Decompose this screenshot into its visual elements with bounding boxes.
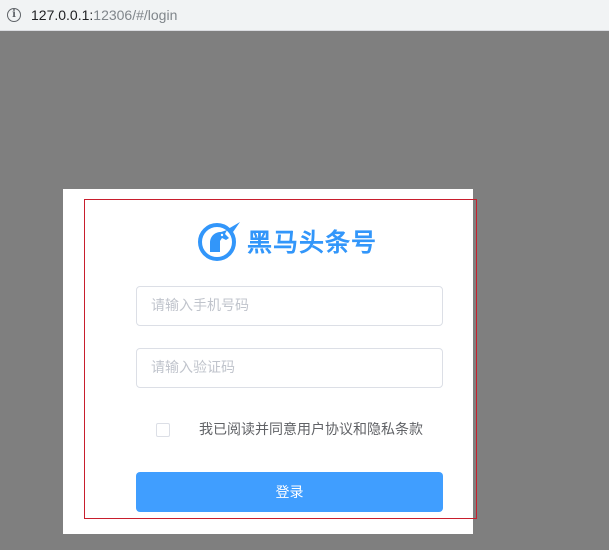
horse-head-icon — [198, 222, 240, 261]
browser-address-bar[interactable]: i 127.0.0.1:12306/#/login — [0, 0, 609, 31]
verification-code-input[interactable] — [136, 348, 443, 388]
url-host: 127.0.0.1: — [31, 7, 94, 23]
agreement-label[interactable]: 我已阅读并同意用户协议和隐私条款 — [199, 420, 423, 440]
login-card: 黑马头条号 我已阅读并同意用户协议和隐私条款 登录 — [63, 189, 477, 534]
brand-name: 黑马头条号 — [247, 228, 378, 257]
agreement-checkbox[interactable] — [156, 423, 170, 437]
page-overlay: 黑马头条号 我已阅读并同意用户协议和隐私条款 登录 — [0, 31, 609, 550]
info-icon[interactable]: i — [7, 8, 21, 22]
login-form: 黑马头条号 我已阅读并同意用户协议和隐私条款 登录 — [84, 199, 477, 519]
login-button[interactable]: 登录 — [136, 472, 443, 512]
phone-input[interactable] — [136, 286, 443, 326]
address-url[interactable]: 127.0.0.1:12306/#/login — [31, 6, 177, 24]
brand-logo: 黑马头条号 — [197, 221, 377, 261]
url-path: 12306/#/login — [93, 7, 178, 23]
